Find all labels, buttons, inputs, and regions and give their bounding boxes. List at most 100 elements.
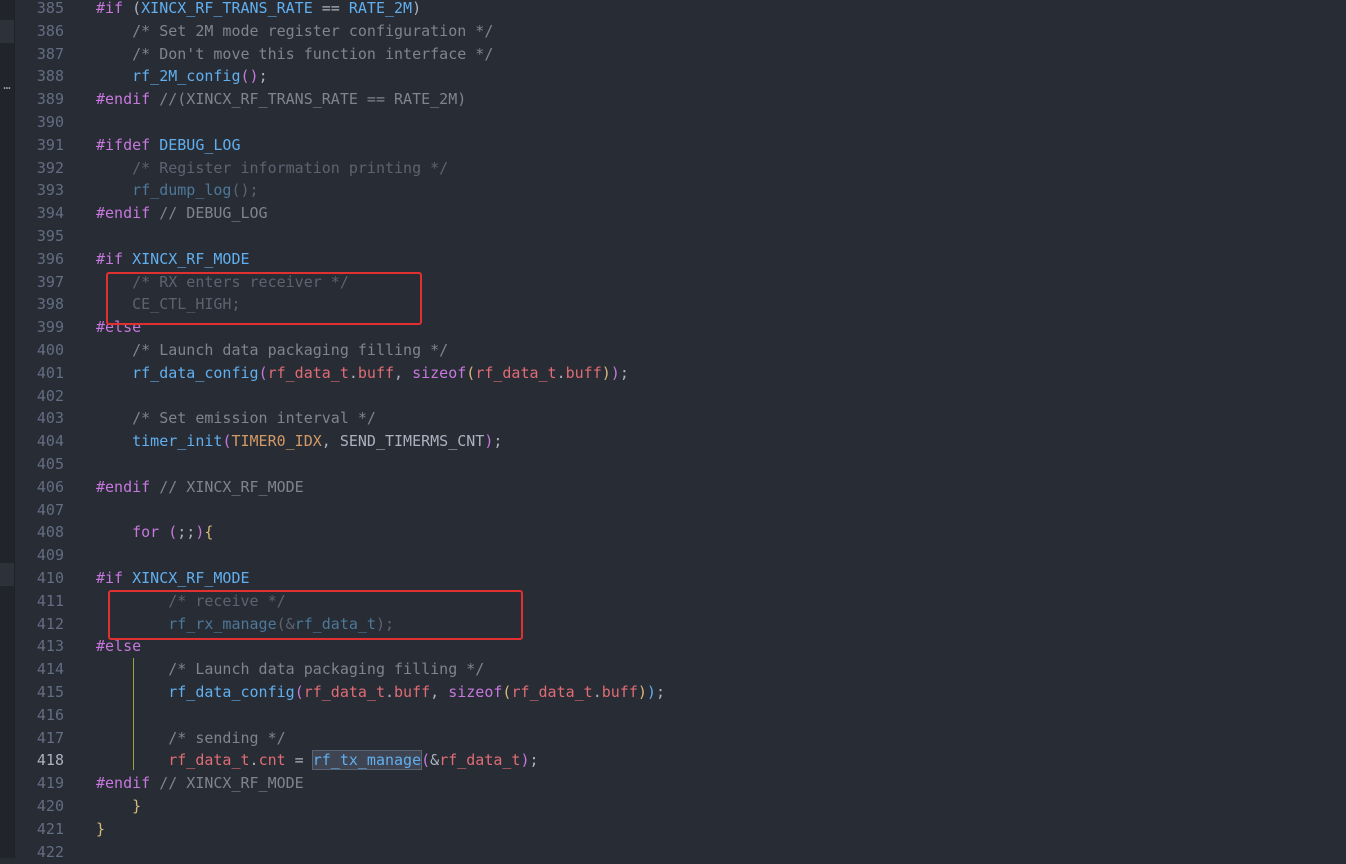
- code-token: #ifdef: [96, 135, 160, 154]
- code-line[interactable]: 400 /* Launch data packaging filling */: [0, 339, 1346, 362]
- code-text[interactable]: #else: [96, 635, 141, 658]
- code-token: );: [375, 614, 395, 633]
- code-text[interactable]: CE_CTL_HIGH;: [96, 293, 240, 316]
- code-text[interactable]: #endif // XINCX_RF_MODE: [96, 476, 304, 499]
- code-text[interactable]: rf_rx_manage(&rf_data_t);: [96, 613, 394, 636]
- line-number: 405: [36, 455, 64, 473]
- code-line[interactable]: 389 #endif //(XINCX_RF_TRANS_RATE == RATE…: [0, 88, 1346, 111]
- line-number: 387: [36, 44, 64, 63]
- code-line[interactable]: 391 #ifdef DEBUG_LOG: [0, 134, 1346, 157]
- code-line[interactable]: 403 /* Set emission interval */: [0, 407, 1346, 430]
- code-text[interactable]: for (;;){: [96, 521, 213, 544]
- code-token: buff: [357, 363, 395, 382]
- code-line[interactable]: 386 /* Set 2M mode register configuratio…: [0, 20, 1346, 43]
- code-text[interactable]: #ifdef DEBUG_LOG: [96, 134, 241, 157]
- code-token: timer_init: [132, 432, 223, 451]
- code-token: XINCX_RF_TRANS_RATE: [141, 0, 313, 17]
- code-text[interactable]: rf_dump_log();: [96, 179, 258, 202]
- code-text[interactable]: rf_2M_config();: [96, 65, 267, 88]
- code-text[interactable]: /* Register information printing */: [96, 157, 448, 180]
- code-token: #endif: [96, 204, 151, 223]
- code-line[interactable]: 419 #endif // XINCX_RF_MODE: [0, 772, 1346, 795]
- line-number: 385: [36, 0, 64, 17]
- code-token: {: [204, 523, 214, 542]
- code-text[interactable]: #endif //(XINCX_RF_TRANS_RATE == RATE_2M…: [96, 88, 466, 111]
- code-line[interactable]: 422: [0, 841, 1346, 864]
- code-line[interactable]: 395: [0, 225, 1346, 248]
- code-text[interactable]: timer_init(TIMER0_IDX, SEND_TIMERMS_CNT)…: [96, 430, 502, 453]
- code-line[interactable]: 409: [0, 544, 1346, 567]
- code-text[interactable]: rf_data_t.cnt = rf_tx_manage(&rf_data_t)…: [96, 749, 539, 772]
- line-number: 422: [36, 842, 64, 861]
- code-line[interactable]: 417 /* sending */: [0, 727, 1346, 750]
- code-text[interactable]: }: [96, 795, 141, 818]
- code-line[interactable]: 418 rf_data_t.cnt = rf_tx_manage(&rf_dat…: [0, 749, 1346, 772]
- code-line[interactable]: 421}: [0, 818, 1346, 841]
- code-text[interactable]: #if XINCX_RF_MODE: [96, 248, 250, 271]
- code-text[interactable]: /* Launch data packaging filling */: [96, 339, 448, 362]
- line-number: 397: [36, 272, 64, 291]
- code-text[interactable]: #else: [96, 316, 141, 339]
- code-line[interactable]: 394 #endif // DEBUG_LOG: [0, 202, 1346, 225]
- code-text[interactable]: /* receive */: [96, 590, 285, 613]
- code-token: rf_data_t: [475, 363, 557, 382]
- line-number: 390: [36, 113, 64, 131]
- code-text[interactable]: #endif // XINCX_RF_MODE: [96, 772, 304, 795]
- line-number: 419: [36, 774, 64, 793]
- code-token: XINCX_RF_MODE: [132, 249, 250, 268]
- code-line[interactable]: 399 #else: [0, 316, 1346, 339]
- code-token: rf_data_t: [168, 751, 250, 770]
- code-line[interactable]: 402: [0, 385, 1346, 408]
- line-number: 404: [36, 432, 64, 451]
- code-text[interactable]: /* sending */: [96, 727, 285, 750]
- code-token: /* RX enters receiver */: [96, 272, 349, 291]
- code-line[interactable]: 413 #else: [0, 635, 1346, 658]
- code-line[interactable]: 387 /* Don't move this function interfac…: [0, 43, 1346, 66]
- line-number: 407: [36, 500, 64, 519]
- code-line[interactable]: 390: [0, 111, 1346, 134]
- code-line[interactable]: 404 timer_init(TIMER0_IDX, SEND_TIMERMS_…: [0, 430, 1346, 453]
- code-line[interactable]: 405: [0, 453, 1346, 476]
- code-line[interactable]: 392 /* Register information printing */: [0, 157, 1346, 180]
- code-text[interactable]: #endif // DEBUG_LOG: [96, 202, 268, 225]
- code-line[interactable]: 414 /* Launch data packaging filling */: [0, 658, 1346, 681]
- code-text[interactable]: /* Don't move this function interface */: [96, 43, 493, 66]
- code-token: cnt: [258, 751, 286, 770]
- code-token: rf_tx_manage: [311, 750, 423, 771]
- code-token: #if: [96, 249, 133, 268]
- code-line[interactable]: 416: [0, 704, 1346, 727]
- code-text[interactable]: /* Set emission interval */: [96, 407, 376, 430]
- code-text[interactable]: rf_data_config(rf_data_t.buff, sizeof(rf…: [96, 362, 629, 385]
- code-line[interactable]: 411 /* receive */: [0, 590, 1346, 613]
- code-text[interactable]: }: [96, 818, 105, 841]
- code-line[interactable]: 415 rf_data_config(rf_data_t.buff, sizeo…: [0, 681, 1346, 704]
- code-line[interactable]: 385 #if (XINCX_RF_TRANS_RATE == RATE_2M): [0, 0, 1346, 20]
- code-text[interactable]: /* Launch data packaging filling */: [96, 658, 484, 681]
- code-text[interactable]: /* RX enters receiver */: [96, 271, 349, 294]
- code-token: // XINCX_RF_MODE: [150, 774, 304, 793]
- code-line[interactable]: 397 /* RX enters receiver */: [0, 271, 1346, 294]
- code-line[interactable]: 420 }: [0, 795, 1346, 818]
- code-text[interactable]: rf_data_config(rf_data_t.buff, sizeof(rf…: [96, 681, 665, 704]
- code-line[interactable]: 408 for (;;){: [0, 521, 1346, 544]
- code-token: rf_2M_config: [132, 67, 241, 86]
- code-text[interactable]: /* Set 2M mode register configuration */: [96, 20, 493, 43]
- code-line[interactable]: 388 rf_2M_config();: [0, 65, 1346, 88]
- code-token: }: [96, 819, 106, 838]
- code-token: .: [592, 683, 602, 701]
- code-line[interactable]: 398 CE_CTL_HIGH;: [0, 293, 1346, 316]
- code-text[interactable]: #if XINCX_RF_MODE: [96, 567, 250, 590]
- code-line[interactable]: 393 rf_dump_log();: [0, 179, 1346, 202]
- code-token: ): [520, 751, 530, 770]
- code-line[interactable]: 401 rf_data_config(rf_data_t.buff, sizeo…: [0, 362, 1346, 385]
- code-line[interactable]: 410 #if XINCX_RF_MODE: [0, 567, 1346, 590]
- code-token: rf_data_config: [168, 683, 295, 701]
- code-line[interactable]: 396 #if XINCX_RF_MODE: [0, 248, 1346, 271]
- code-line[interactable]: 407: [0, 499, 1346, 522]
- code-line[interactable]: 406 #endif // XINCX_RF_MODE: [0, 476, 1346, 499]
- code-text[interactable]: #if (XINCX_RF_TRANS_RATE == RATE_2M): [96, 0, 421, 20]
- code-line[interactable]: 412 rf_rx_manage(&rf_data_t);: [0, 613, 1346, 636]
